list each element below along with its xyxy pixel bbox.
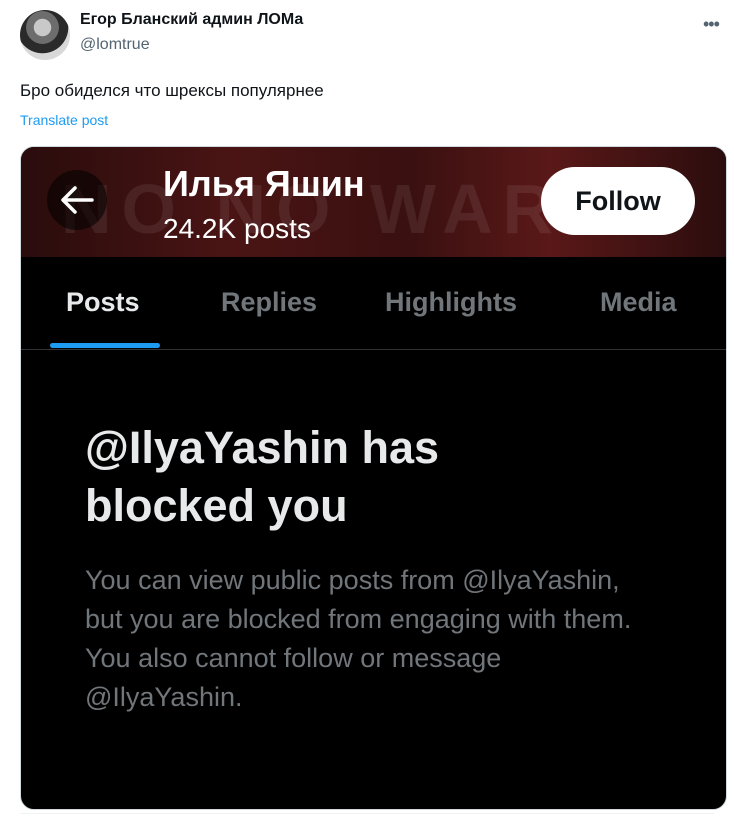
- translate-post-link[interactable]: Translate post: [20, 112, 108, 128]
- profile-name: Илья Яшин: [163, 163, 365, 204]
- back-button: [47, 170, 107, 230]
- tab-media: Media: [600, 287, 677, 317]
- active-tab-indicator: [50, 343, 160, 348]
- arrow-left-icon: [61, 186, 94, 214]
- blocked-description: You can view public posts from @IlyaYash…: [85, 565, 632, 712]
- author-avatar[interactable]: [20, 10, 70, 60]
- profile-tabs: Posts Replies Highlights Media: [21, 257, 726, 350]
- tab-posts: Posts: [66, 287, 140, 317]
- author-handle[interactable]: @lomtrue: [80, 36, 150, 54]
- bottom-divider: [20, 813, 714, 814]
- tab-replies: Replies: [221, 287, 318, 317]
- tab-highlights: Highlights: [385, 287, 517, 317]
- author-name[interactable]: Егор Бланский админ ЛОМа: [80, 11, 303, 29]
- tweet-text: Бро обиделся что шрексы популярнее: [20, 81, 324, 100]
- follow-button: Follow: [541, 167, 695, 235]
- more-horizontal-icon[interactable]: •••: [703, 14, 720, 35]
- media-card[interactable]: NO NO WAR Илья Яшин 24.2K posts Follow P…: [20, 146, 727, 810]
- blocked-title: @IlyaYashin has blocked you: [85, 422, 440, 531]
- profile-posts-count: 24.2K posts: [163, 213, 311, 244]
